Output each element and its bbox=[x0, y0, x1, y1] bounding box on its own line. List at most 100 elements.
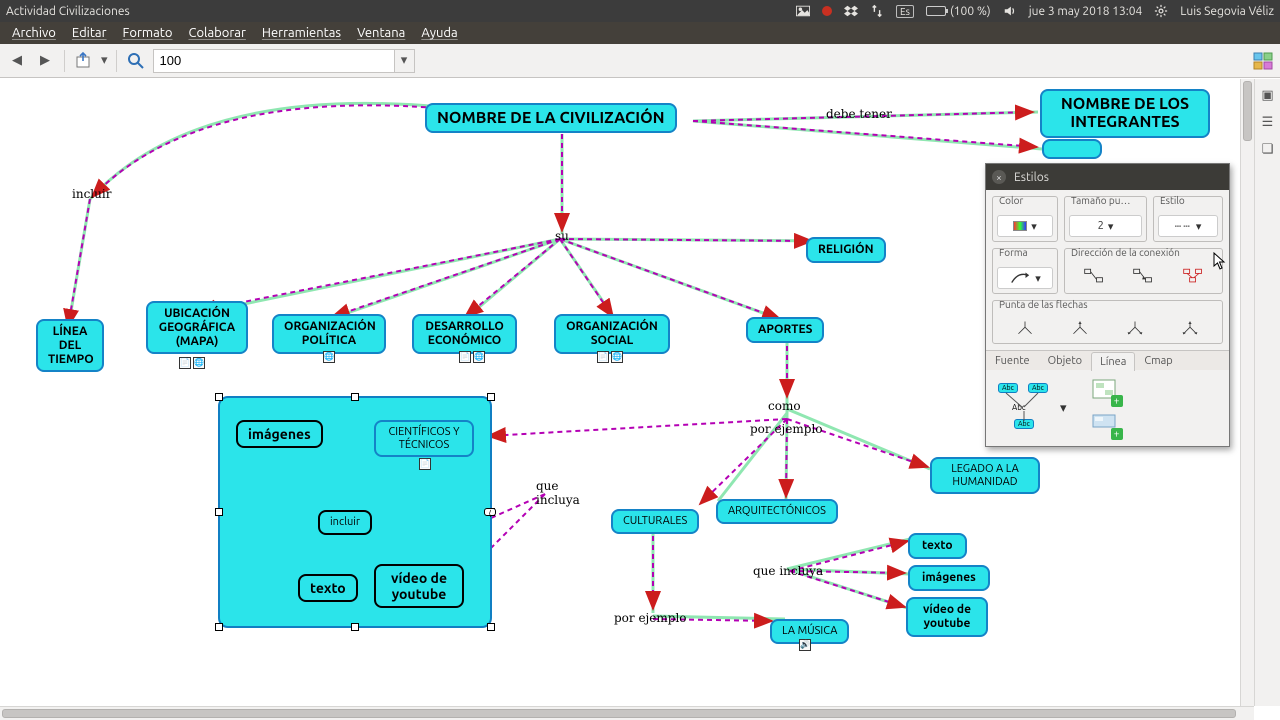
node-religion[interactable]: RELIGIÓN bbox=[806, 237, 886, 263]
volume-icon[interactable] bbox=[1003, 4, 1017, 18]
dialog-footer: AbcAbc AbcAbc ▾ + + bbox=[986, 370, 1229, 446]
vertical-scrollbar[interactable] bbox=[1240, 79, 1254, 706]
node-images[interactable]: imágenes bbox=[236, 420, 323, 448]
node-partial[interactable] bbox=[1042, 139, 1102, 159]
size-picker[interactable]: 2 ▾ bbox=[1069, 215, 1142, 237]
tab-objeto[interactable]: Objeto bbox=[1039, 351, 1091, 370]
clock[interactable]: jue 3 may 2018 13:04 bbox=[1029, 5, 1143, 18]
network-icon bbox=[870, 4, 884, 18]
app-toolbar: ◀ ▶ ▾ ▾ bbox=[0, 44, 1280, 78]
group-direction: Dirección de la conexión bbox=[1064, 248, 1223, 294]
node-members[interactable]: NOMBRE DE LOS INTEGRANTES bbox=[1040, 89, 1210, 138]
label-como: como bbox=[768, 399, 801, 413]
node-youtube[interactable]: vídeo de youtube bbox=[374, 564, 464, 608]
style-preview: AbcAbc AbcAbc bbox=[994, 383, 1054, 433]
system-top-panel: Actividad Civilizaciones Es (100 %) jue … bbox=[0, 0, 1280, 22]
menu-herramientas[interactable]: Herramientas bbox=[254, 24, 349, 42]
styles-dialog[interactable]: × Estilos Color ▾ Tamaño pu… 2 ▾ Estilo … bbox=[985, 163, 1230, 447]
node-youtube2[interactable]: vídeo de youtube bbox=[906, 597, 988, 637]
attachments-econ[interactable]: 📄🌐 bbox=[458, 351, 486, 363]
dialog-titlebar[interactable]: × Estilos bbox=[986, 164, 1229, 190]
label-debe-tener: debe tener bbox=[826, 107, 892, 121]
arrow-opt-4[interactable] bbox=[1179, 319, 1201, 339]
arrow-opt-1[interactable] bbox=[1014, 319, 1036, 339]
label-que-incluya-2: que incluya bbox=[753, 564, 823, 578]
dialog-title: Estilos bbox=[1014, 171, 1049, 184]
node-geo[interactable]: UBICACIÓN GEOGRÁFICA (MAPA) bbox=[146, 301, 248, 354]
battery-indicator: (100 %) bbox=[926, 5, 991, 18]
chevron-down-icon[interactable]: ▾ bbox=[1060, 401, 1067, 416]
attachments-geo[interactable]: 📄🌐 bbox=[178, 357, 206, 369]
node-main[interactable]: NOMBRE DE LA CIVILIZACIÓN bbox=[425, 103, 677, 133]
selected-group[interactable]: ⟨ imágenes CIENTÍFICOS Y TÉCNICOS 📄 incl… bbox=[218, 396, 492, 628]
menu-ayuda[interactable]: Ayuda bbox=[413, 24, 465, 42]
node-texto[interactable]: texto bbox=[298, 574, 358, 602]
menu-archivo[interactable]: Archivo bbox=[4, 24, 64, 42]
dialog-tabs: Fuente Objeto Línea Cmap bbox=[986, 350, 1229, 370]
user-name[interactable]: Luis Segovia Véliz bbox=[1180, 5, 1274, 18]
dir-opt-3[interactable] bbox=[1182, 267, 1204, 287]
shape-picker[interactable]: ▾ bbox=[997, 267, 1053, 289]
arrow-opt-3[interactable] bbox=[1124, 319, 1146, 339]
node-political[interactable]: ORGANIZACIÓN POLÍTICA bbox=[272, 314, 386, 354]
close-icon[interactable]: × bbox=[992, 170, 1006, 184]
node-incluir[interactable]: incluir bbox=[318, 510, 372, 535]
zoom-combo[interactable]: ▾ bbox=[153, 49, 415, 73]
sidestrip-icon-1[interactable]: ▣ bbox=[1257, 84, 1279, 106]
add-folder-button[interactable]: + bbox=[1091, 413, 1119, 438]
node-scitech[interactable]: CIENTÍFICOS Y TÉCNICOS bbox=[374, 420, 474, 457]
chevron-down-icon[interactable]: ▾ bbox=[394, 50, 414, 72]
node-cultural[interactable]: CULTURALES bbox=[611, 509, 699, 534]
dropbox-icon bbox=[844, 4, 858, 18]
label-por-ejemplo-2: por ejemplo bbox=[614, 611, 687, 625]
attachments-scitech[interactable]: 📄 bbox=[418, 458, 432, 470]
sidestrip-icon-2[interactable]: ☰ bbox=[1257, 111, 1279, 133]
views-button[interactable] bbox=[1252, 50, 1274, 72]
settings-gear-icon[interactable] bbox=[1154, 4, 1168, 18]
dir-opt-2[interactable] bbox=[1132, 267, 1154, 287]
label-su: su bbox=[555, 229, 569, 243]
group-color: Color ▾ bbox=[992, 196, 1058, 242]
add-cmap-button[interactable]: + bbox=[1091, 378, 1119, 405]
tab-fuente[interactable]: Fuente bbox=[986, 351, 1039, 370]
node-econ[interactable]: DESARROLLO ECONÓMICO bbox=[412, 314, 517, 354]
label-incluir: incluir bbox=[72, 187, 111, 201]
arrow-opt-2[interactable] bbox=[1069, 319, 1091, 339]
node-images2[interactable]: imágenes bbox=[908, 565, 990, 591]
menu-formato[interactable]: Formato bbox=[115, 24, 181, 42]
color-picker[interactable]: ▾ bbox=[997, 215, 1053, 237]
record-indicator-icon bbox=[822, 6, 832, 16]
line-style-picker[interactable]: ┄┄▾ bbox=[1158, 215, 1218, 237]
attachments-soc[interactable]: 📄🌐 bbox=[596, 351, 624, 363]
export-button[interactable] bbox=[73, 50, 95, 72]
window-title: Actividad Civilizaciones bbox=[6, 5, 130, 18]
label-que-incluya: queincluya bbox=[536, 479, 580, 507]
zoom-tool-icon[interactable] bbox=[125, 50, 147, 72]
node-social[interactable]: ORGANIZACIÓN SOCIAL bbox=[554, 314, 670, 354]
node-texto2[interactable]: texto bbox=[908, 533, 967, 559]
tab-linea[interactable]: Línea bbox=[1091, 352, 1135, 371]
menu-colaborar[interactable]: Colaborar bbox=[180, 24, 253, 42]
label-por-ejemplo: por ejemplo bbox=[750, 422, 823, 436]
node-legacy[interactable]: LEGADO A LA HUMANIDAD bbox=[930, 457, 1040, 494]
menu-editar[interactable]: Editar bbox=[64, 24, 115, 42]
back-button[interactable]: ◀ bbox=[6, 50, 28, 72]
node-arch[interactable]: ARQUITECTÓNICOS bbox=[716, 499, 838, 524]
attachments-pol[interactable]: 🌐 bbox=[322, 351, 336, 363]
sidestrip-icon-3[interactable]: ❏ bbox=[1257, 138, 1279, 160]
attachments-music[interactable]: 🔊 bbox=[798, 639, 812, 651]
zoom-input[interactable] bbox=[154, 53, 394, 68]
group-style: Estilo ┄┄▾ bbox=[1153, 196, 1223, 242]
node-aportes[interactable]: APORTES bbox=[746, 317, 824, 343]
keyboard-layout-badge[interactable]: Es bbox=[896, 5, 914, 18]
dir-opt-1[interactable] bbox=[1083, 267, 1105, 287]
expand-handle-icon[interactable]: ⟨ bbox=[484, 508, 496, 516]
node-timeline[interactable]: LÍNEA DEL TIEMPO bbox=[36, 319, 104, 372]
forward-button[interactable]: ▶ bbox=[34, 50, 56, 72]
horizontal-scrollbar[interactable] bbox=[0, 706, 1254, 720]
image-indicator-icon bbox=[796, 4, 810, 18]
group-arrowhead: Punta de las flechas bbox=[992, 300, 1223, 344]
group-shape: Forma ▾ bbox=[992, 248, 1058, 294]
tab-cmap[interactable]: Cmap bbox=[1135, 351, 1181, 370]
menu-ventana[interactable]: Ventana bbox=[349, 24, 413, 42]
